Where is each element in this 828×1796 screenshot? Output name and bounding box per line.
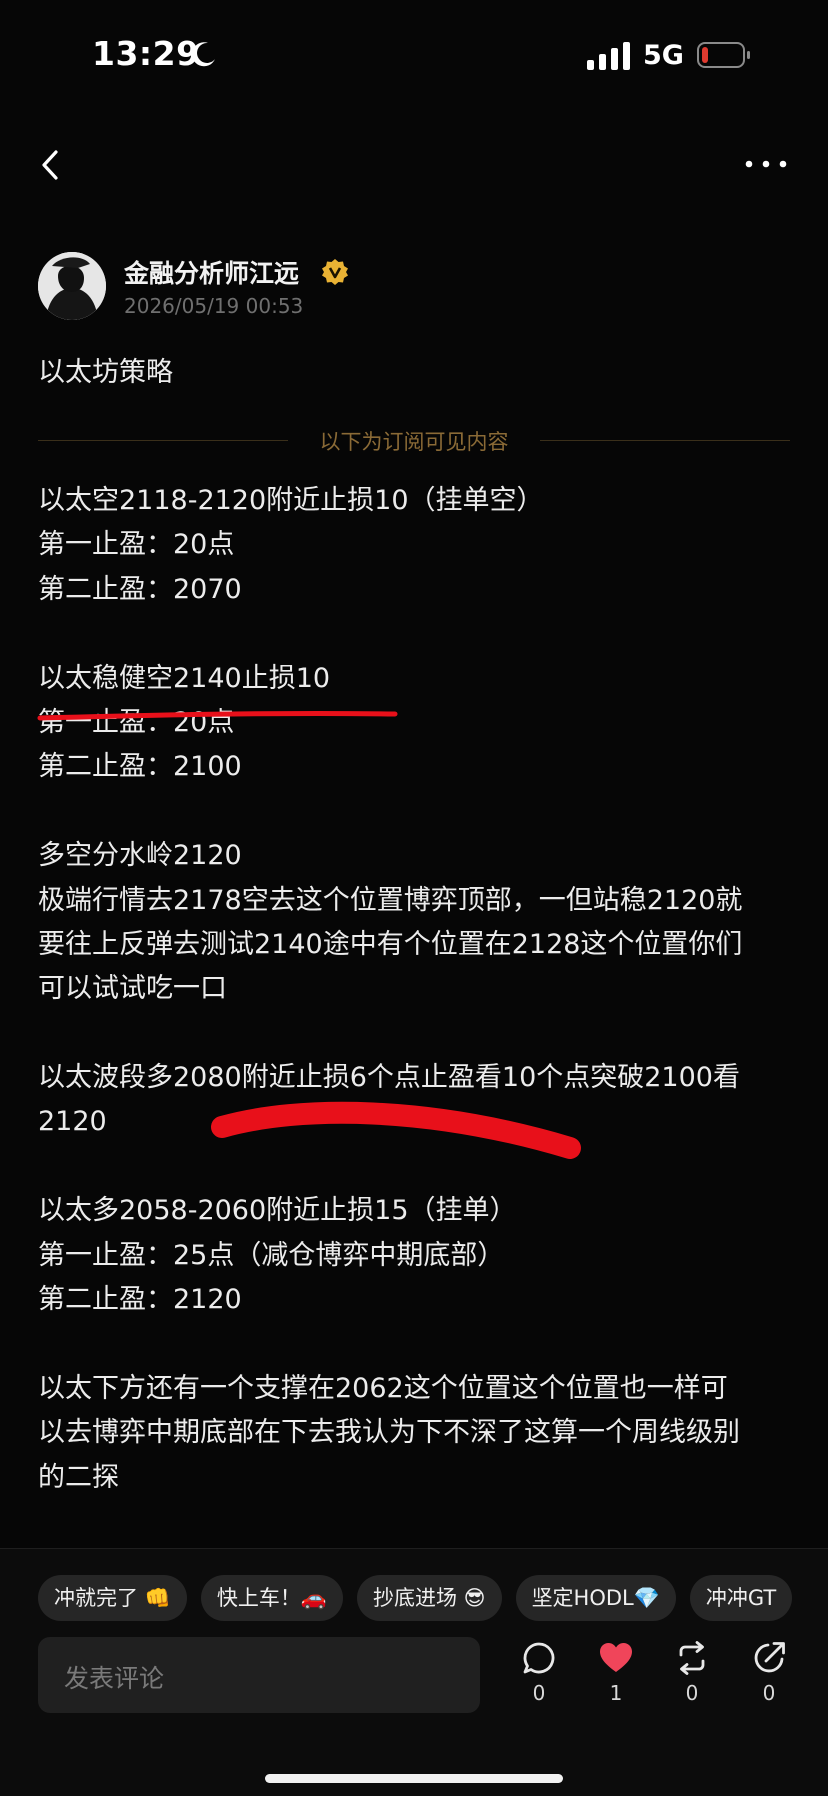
quick-reply-chip[interactable]: 抄底进场 😎 bbox=[356, 1575, 502, 1621]
signal-icon bbox=[587, 42, 630, 70]
post-text-line: 以太稳健空2140止损10 bbox=[38, 662, 331, 694]
chevron-left-icon[interactable] bbox=[34, 148, 68, 182]
post-text-line: 以去博弈中期底部在下去我认为下不深了这算一个周线级别 bbox=[38, 1417, 740, 1449]
post-text-line: 第二止盈：2100 bbox=[38, 751, 242, 783]
divider-line-right bbox=[540, 440, 790, 441]
content-fade bbox=[0, 1510, 828, 1550]
post-text-line: 以太多2058-2060附近止损15（挂单） bbox=[38, 1195, 517, 1227]
post-text-line: 极端行情去2178空去这个位置博弈顶部，一但站稳2120就 bbox=[38, 884, 743, 916]
post-author: 金融分析师江远 2026/05/19 00:53 bbox=[38, 252, 778, 322]
like-button[interactable]: 1 bbox=[591, 1641, 641, 1705]
post-text-line: 2120 bbox=[38, 1106, 107, 1138]
post-text-line: 以太波段多2080附近止损6个点止盈看10个点突破2100看 bbox=[38, 1062, 740, 1094]
quick-reply-chip[interactable]: 冲就完了 👊 bbox=[38, 1575, 187, 1621]
share-icon bbox=[754, 1642, 785, 1673]
post-timestamp: 2026/05/19 00:53 bbox=[124, 294, 304, 318]
post-text-line: 第一止盈：20点 bbox=[38, 529, 235, 561]
more-dots-icon[interactable] bbox=[744, 156, 788, 172]
post-text-line: 第一止盈：20点 bbox=[38, 706, 235, 738]
share-count: 0 bbox=[762, 1681, 776, 1705]
repost-button[interactable]: 0 bbox=[667, 1641, 717, 1705]
quick-reply-chips: 冲就完了 👊 快上车！🚗 抄底进场 😎 坚定HODL💎 冲冲GT bbox=[38, 1575, 828, 1623]
author-name[interactable]: 金融分析师江远 bbox=[124, 254, 299, 290]
post-content: 以太空2118-2120附近止损10（挂单空） 第一止盈：20点 第二止盈：2070… bbox=[38, 479, 790, 1500]
comment-icon bbox=[523, 1642, 555, 1674]
share-button[interactable]: 0 bbox=[744, 1641, 794, 1705]
quick-reply-chip[interactable]: 快上车！🚗 bbox=[200, 1575, 343, 1621]
post-text-line: 的二探 bbox=[38, 1461, 119, 1493]
status-bar: 13:29 5G bbox=[0, 0, 828, 110]
post-title: 以太坊策略 bbox=[38, 357, 173, 388]
verified-badge-icon bbox=[322, 259, 348, 285]
post-text-line: 以太下方还有一个支撑在2062这个位置这个位置也一样可 bbox=[38, 1372, 728, 1404]
comment-button[interactable]: 0 bbox=[514, 1641, 564, 1705]
subscription-divider: 以下为订阅可见内容 bbox=[38, 424, 790, 456]
network-type: 5G bbox=[643, 40, 684, 71]
heart-icon bbox=[600, 1643, 632, 1672]
quick-reply-chip[interactable]: 冲冲GT bbox=[689, 1575, 793, 1621]
post-text-line: 可以试试吃一口 bbox=[38, 973, 227, 1005]
like-count: 1 bbox=[609, 1681, 623, 1705]
post-text-line: 第二止盈：2120 bbox=[38, 1284, 242, 1316]
post-text-line: 第二止盈：2070 bbox=[38, 573, 242, 605]
home-indicator bbox=[265, 1774, 563, 1783]
status-time: 13:29 bbox=[92, 34, 200, 73]
comment-count: 0 bbox=[532, 1681, 546, 1705]
avatar[interactable] bbox=[38, 252, 106, 320]
subscription-divider-label: 以下为订阅可见内容 bbox=[319, 430, 509, 454]
repost-count: 0 bbox=[685, 1681, 699, 1705]
post-text-line: 以太空2118-2120附近止损10（挂单空） bbox=[38, 485, 544, 516]
battery-low-icon bbox=[697, 42, 750, 68]
comment-input[interactable]: 发表评论 bbox=[38, 1637, 480, 1713]
repost-icon bbox=[679, 1641, 705, 1675]
bottom-bar: 冲就完了 👊 快上车！🚗 抄底进场 😎 坚定HODL💎 冲冲GT 发表评论 0 1 0 … bbox=[0, 1548, 828, 1796]
comment-placeholder: 发表评论 bbox=[64, 1664, 165, 1693]
moon-icon bbox=[191, 42, 215, 67]
post-text-line: 多空分水岭2120 bbox=[38, 840, 242, 872]
quick-reply-chip[interactable]: 坚定HODL💎 bbox=[515, 1575, 676, 1621]
post-text-line: 第一止盈：25点（减仓博弈中期底部） bbox=[38, 1239, 505, 1271]
nav-bar bbox=[0, 130, 828, 200]
post-text-line: 要往上反弹去测试2140途中有个位置在2128这个位置你们 bbox=[38, 928, 743, 960]
